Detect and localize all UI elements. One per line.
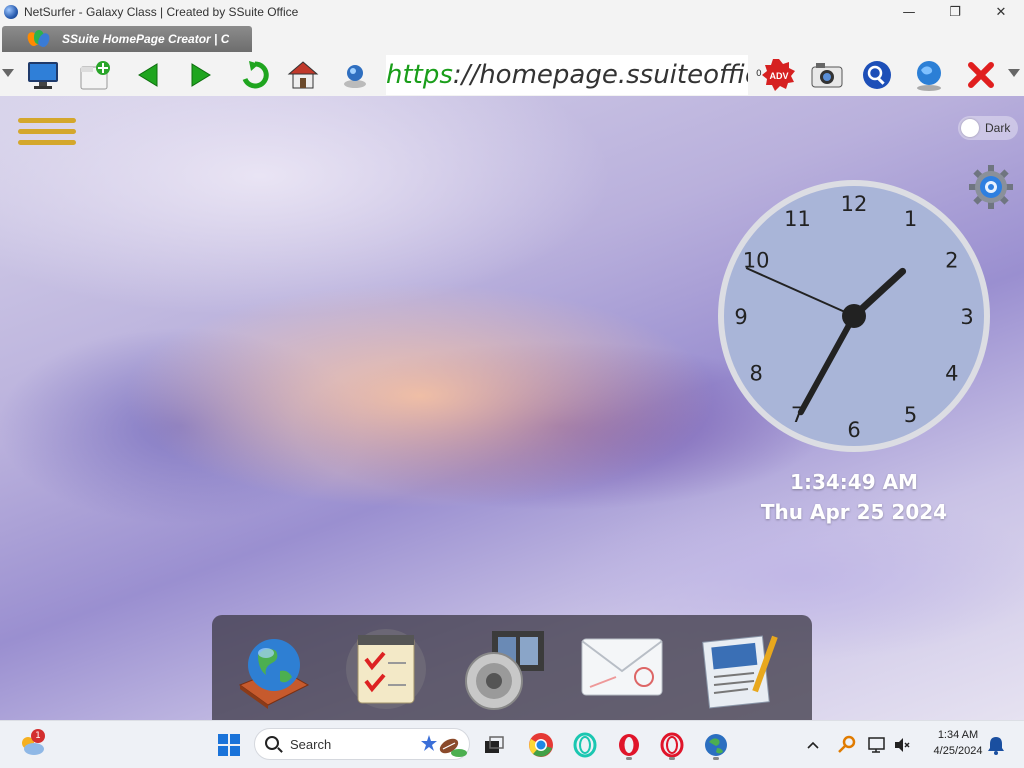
opera-browser-icon[interactable] <box>658 731 686 759</box>
digital-time: 1:34:49 AM <box>790 470 918 494</box>
menu-hamburger-icon[interactable] <box>18 118 76 148</box>
netsurfer-app-icon <box>4 5 18 19</box>
tray-clock-date[interactable]: 4/25/2024 <box>920 745 996 757</box>
window-title: NetSurfer - Galaxy Class | Created by SS… <box>24 5 299 19</box>
url-protocol: https <box>386 60 453 90</box>
svg-text:ADV: ADV <box>769 71 788 81</box>
clock-number-6: 6 <box>847 418 860 442</box>
document-writer-icon[interactable] <box>692 625 784 713</box>
volume-muted-icon[interactable] <box>888 731 916 759</box>
monitor-icon[interactable] <box>26 58 60 92</box>
toolbar-small-text: 0 <box>756 69 762 79</box>
address-bar[interactable]: https://homepage.ssuiteoffice.com/ <box>386 55 748 95</box>
wallpaper-area: Dark 12 1 2 3 4 5 6 7 8 9 10 11 1:34:49 AM Thu Apr … <box>0 96 1024 720</box>
maximize-button[interactable]: ❐ <box>932 0 978 24</box>
clock-number-8: 8 <box>749 362 762 386</box>
clock-number-4: 4 <box>945 362 958 386</box>
close-icon[interactable] <box>964 58 998 92</box>
back-icon[interactable] <box>131 58 165 92</box>
chevron-up-icon[interactable] <box>799 731 827 759</box>
opera-browser-running-indicator <box>669 757 675 760</box>
forward-icon[interactable] <box>184 58 218 92</box>
toolbar-right-dropdown-icon[interactable] <box>1008 69 1020 77</box>
toggle-knob <box>961 119 979 137</box>
tab-strip: SSuite HomePage Creator | C <box>0 24 1024 54</box>
taskbar-search-box[interactable]: Search <box>254 728 470 760</box>
opera-gx-icon[interactable] <box>571 731 599 759</box>
tab-homepage-creator[interactable]: SSuite HomePage Creator | C <box>2 26 252 52</box>
mail-envelope-icon[interactable] <box>576 625 668 713</box>
task-view-icon[interactable] <box>480 731 508 759</box>
dark-mode-toggle[interactable]: Dark <box>958 116 1018 140</box>
url-text: ://homepage.ssuiteoffice.com/ <box>452 60 748 90</box>
search-placeholder: Search <box>290 737 332 752</box>
clock-number-9: 9 <box>734 305 747 329</box>
clock-number-3: 3 <box>960 305 973 329</box>
ssuite-logo-icon <box>25 28 52 50</box>
dark-toggle-label: Dark <box>985 121 1011 135</box>
close-window-button[interactable]: ✕ <box>978 0 1024 24</box>
app-dock <box>212 615 812 720</box>
digital-date: Thu Apr 25 2024 <box>760 500 948 524</box>
globe-icon[interactable] <box>912 58 946 92</box>
chrome-icon[interactable] <box>527 731 555 759</box>
clock-number-1: 1 <box>904 207 917 231</box>
globe-book-icon[interactable] <box>228 625 320 713</box>
taskbar <box>0 720 1024 768</box>
weather-notification-badge: 1 <box>31 729 45 743</box>
windows-start-icon[interactable] <box>215 731 243 759</box>
toolbar-left-dropdown-icon[interactable] <box>2 69 14 77</box>
title-bar: NetSurfer - Galaxy Class | Created by SS… <box>0 0 1024 24</box>
netsurfer-taskbar-icon[interactable] <box>702 731 730 759</box>
adblock-icon[interactable]: ADV <box>762 58 796 92</box>
search-icon[interactable] <box>860 58 894 92</box>
camera-icon[interactable] <box>810 58 844 92</box>
minimize-button[interactable]: — <box>886 0 932 24</box>
tab-label: SSuite HomePage Creator | C <box>62 32 230 46</box>
opera-running-indicator <box>626 757 632 760</box>
media-speaker-icon[interactable] <box>458 625 550 713</box>
new-tab-icon[interactable] <box>78 58 112 92</box>
clock-number-5: 5 <box>904 403 917 427</box>
clock-number-11: 11 <box>784 207 811 231</box>
search-highlight-icon <box>421 735 467 757</box>
tray-clock-time[interactable]: 1:34 AM <box>920 729 996 741</box>
user-icon[interactable] <box>338 58 372 92</box>
notepad-checklist-icon[interactable] <box>340 625 432 713</box>
netsurfer-running-indicator <box>713 757 719 760</box>
reload-icon[interactable] <box>238 58 272 92</box>
clock-number-12: 12 <box>841 192 868 216</box>
clock-number-2: 2 <box>945 249 958 273</box>
opera-icon[interactable] <box>615 731 643 759</box>
analog-clock: 121234567891011 <box>718 180 990 452</box>
clock-center-cap <box>842 304 866 328</box>
key-tray-icon[interactable] <box>832 731 860 759</box>
search-magnifier-icon <box>265 736 279 750</box>
home-icon[interactable] <box>286 58 320 92</box>
